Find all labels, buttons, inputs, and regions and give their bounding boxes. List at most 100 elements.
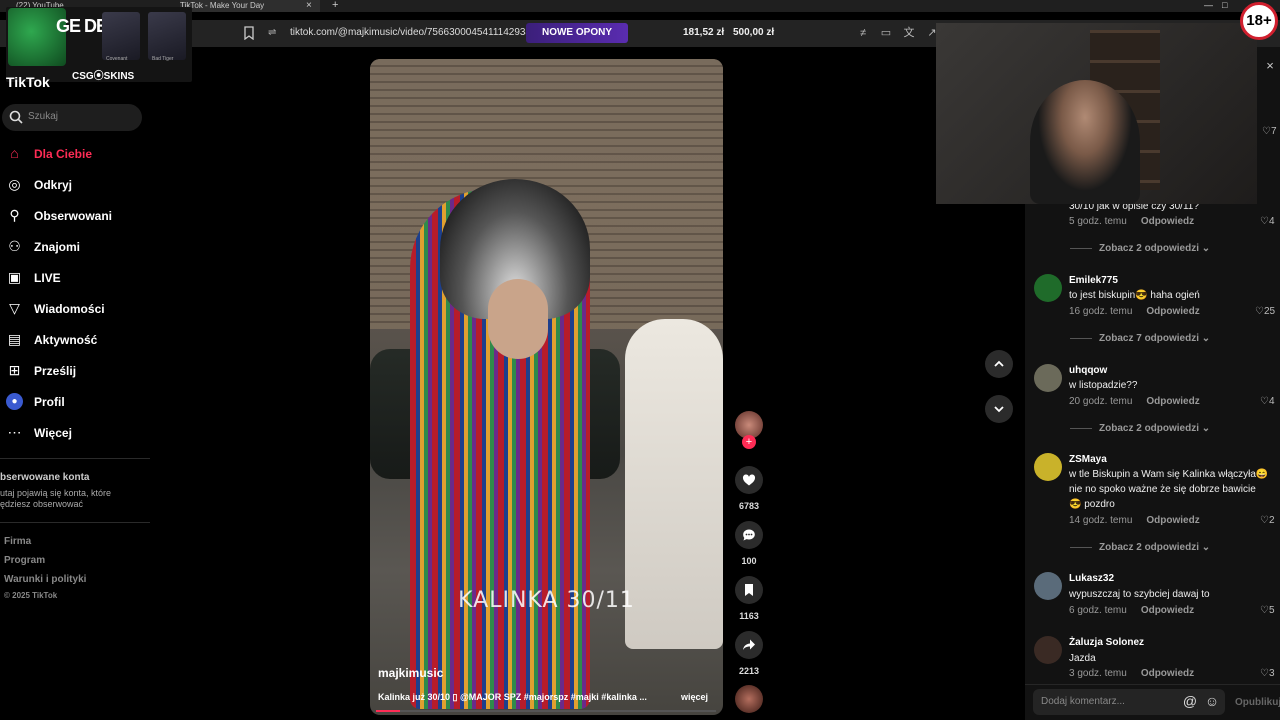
sidebar-item-messages[interactable]: ▽ Wiadomości xyxy=(0,296,150,322)
view-replies-button[interactable]: Zobacz 7 odpowiedzi ⌄ xyxy=(1070,333,1210,344)
comment-username[interactable]: ZSMaya xyxy=(1069,454,1107,465)
tab-title: TikTok - Make Your Day xyxy=(180,1,265,10)
emoji-icon[interactable]: ☺ xyxy=(1204,693,1220,709)
profile-icon: ● xyxy=(6,393,23,410)
reply-button[interactable]: Odpowiedz xyxy=(1141,216,1194,227)
comment-text: to jest biskupin😎 haha ogień xyxy=(1069,290,1200,301)
comment-time: 14 godz. temu Odpowiedz xyxy=(1069,515,1200,526)
comment-text: Jazda xyxy=(1069,653,1096,664)
avatar[interactable] xyxy=(1034,572,1062,600)
video-author[interactable]: majkimusic xyxy=(378,666,443,680)
bookmark-icon[interactable] xyxy=(242,26,256,41)
comment-like-count[interactable]: ♡7 xyxy=(1262,126,1277,137)
sidebar-item-label: Znajomi xyxy=(34,240,81,254)
reply-button[interactable]: Odpowiedz xyxy=(1141,668,1194,679)
sidebar-item-for-you[interactable]: ⌂ Dla Ciebie xyxy=(0,141,150,167)
sidebar-item-explore[interactable]: ◎ Odkryj xyxy=(0,172,150,198)
view-replies-button[interactable]: Zobacz 2 odpowiedzi ⌄ xyxy=(1070,423,1210,434)
minimize-icon[interactable]: — xyxy=(1204,0,1216,12)
share-button[interactable] xyxy=(735,631,763,659)
comment-like-count[interactable]: ♡4 xyxy=(1260,396,1275,407)
video-description: Kalinka już 30/10 ▯ @MAJOR SPZ #majorspz… xyxy=(378,692,647,702)
overlay-card-label: Bad Tiger xyxy=(152,56,174,62)
screenshot-icon[interactable]: ▭ xyxy=(879,26,893,40)
compass-icon: ◎ xyxy=(8,176,21,192)
live-tv-icon: ▣ xyxy=(7,269,22,285)
view-replies-button[interactable]: Zobacz 2 odpowiedzi ⌄ xyxy=(1070,243,1210,254)
url-field[interactable]: tiktok.com/@majkimusic/video/75663000454… xyxy=(262,23,531,43)
reader-off-icon[interactable]: ≠ xyxy=(856,26,870,40)
promo-banner[interactable]: NOWE OPONY xyxy=(526,23,628,43)
like-button[interactable] xyxy=(735,466,763,494)
publish-button[interactable]: Opublikuj xyxy=(1235,697,1280,708)
webcam-person xyxy=(1030,80,1140,204)
comment-time: 5 godz. temu Odpowiedz xyxy=(1069,216,1195,227)
mention-icon[interactable]: @ xyxy=(1182,693,1198,709)
overlay-brand: CSG⦿SKINS xyxy=(72,71,135,82)
view-replies-button[interactable]: Zobacz 2 odpowiedzi ⌄ xyxy=(1070,542,1210,553)
maximize-icon[interactable]: □ xyxy=(1222,0,1234,12)
previous-video-button[interactable] xyxy=(985,350,1013,378)
sidebar-item-following[interactable]: ⚲ Obserwowani xyxy=(0,203,150,229)
comment-button[interactable] xyxy=(735,521,763,549)
sidebar-item-live[interactable]: ▣ LIVE xyxy=(0,265,150,291)
comment-like-count[interactable]: ♡3 xyxy=(1260,668,1275,679)
reply-button[interactable]: Odpowiedz xyxy=(1146,515,1199,526)
avatar[interactable] xyxy=(1034,636,1062,664)
reply-button[interactable]: Odpowiedz xyxy=(1146,396,1199,407)
comment-time: 6 godz. temu Odpowiedz xyxy=(1069,605,1195,616)
next-video-button[interactable] xyxy=(985,395,1013,423)
video-player[interactable] xyxy=(370,59,723,715)
sidebar-item-friends[interactable]: ⚇ Znajomi xyxy=(0,234,150,260)
save-button[interactable] xyxy=(735,576,763,604)
tab-tiktok[interactable]: TikTok - Make Your Day xyxy=(180,0,320,12)
comment-username[interactable]: Żaluzja Solonez xyxy=(1069,637,1144,648)
age-rating-badge: 18+ xyxy=(1240,2,1278,40)
reply-button[interactable]: Odpowiedz xyxy=(1141,605,1194,616)
comment-username[interactable]: Emilek775 xyxy=(1069,275,1118,286)
sidebar-item-label: Wiadomości xyxy=(34,302,105,316)
avatar[interactable] xyxy=(1034,364,1062,392)
music-disc[interactable] xyxy=(735,685,763,713)
divider xyxy=(0,458,150,459)
tiktok-logo[interactable]: TikTok xyxy=(6,74,50,90)
comment-like-count[interactable]: ♡5 xyxy=(1260,605,1275,616)
followed-accounts-title: bserwowane konta xyxy=(0,472,90,483)
follow-plus-icon[interactable]: + xyxy=(742,435,756,449)
like-count: 6783 xyxy=(738,501,760,511)
save-count: 1163 xyxy=(739,611,759,621)
sidebar-item-label: Prześlij xyxy=(34,364,77,378)
comment-like-count[interactable]: ♡2 xyxy=(1260,515,1275,526)
avatar[interactable] xyxy=(1034,453,1062,481)
comment-icon xyxy=(743,529,755,541)
footer-link-company[interactable]: Firma xyxy=(4,536,31,547)
reply-button[interactable]: Odpowiedz xyxy=(1146,306,1199,317)
comment-count: 100 xyxy=(741,556,757,566)
translate-icon[interactable]: 文 xyxy=(902,26,916,40)
copyright: © 2025 TikTok xyxy=(4,591,58,600)
avatar[interactable] xyxy=(1034,274,1062,302)
video-progress-fill xyxy=(376,710,400,712)
tab-close-icon[interactable]: × xyxy=(306,0,318,12)
comment-username[interactable]: uhqqow xyxy=(1069,365,1107,376)
footer-link-terms[interactable]: Warunki i polityki xyxy=(4,574,86,585)
footer-link-program[interactable]: Program xyxy=(4,555,45,566)
comment-like-count[interactable]: ♡25 xyxy=(1255,306,1275,317)
activity-icon: ▤ xyxy=(7,331,22,347)
comment-time: 3 godz. temu Odpowiedz xyxy=(1069,668,1195,679)
comment-time: 16 godz. temu Odpowiedz xyxy=(1069,306,1200,317)
close-icon[interactable]: × xyxy=(1262,58,1278,74)
sidebar-item-label: Dla Ciebie xyxy=(34,147,93,161)
comment-username[interactable]: Lukasz32 xyxy=(1069,573,1114,584)
new-tab-icon[interactable]: + xyxy=(332,0,344,12)
sidebar-item-activity[interactable]: ▤ Aktywność xyxy=(0,327,150,353)
sidebar-item-label: Więcej xyxy=(34,426,72,440)
video-progress-bar[interactable] xyxy=(376,710,716,712)
sidebar-item-more[interactable]: ⋯ Więcej xyxy=(0,420,150,446)
sidebar-item-label: LIVE xyxy=(34,271,61,285)
sidebar-item-upload[interactable]: ⊞ Prześlij xyxy=(0,358,150,384)
comment-text: wypuszczaj to szybciej dawaj to xyxy=(1069,589,1210,600)
more-button[interactable]: więcej xyxy=(681,692,708,702)
sidebar-item-profile[interactable]: ● Profil xyxy=(0,389,150,415)
comment-like-count[interactable]: ♡4 xyxy=(1260,216,1275,227)
